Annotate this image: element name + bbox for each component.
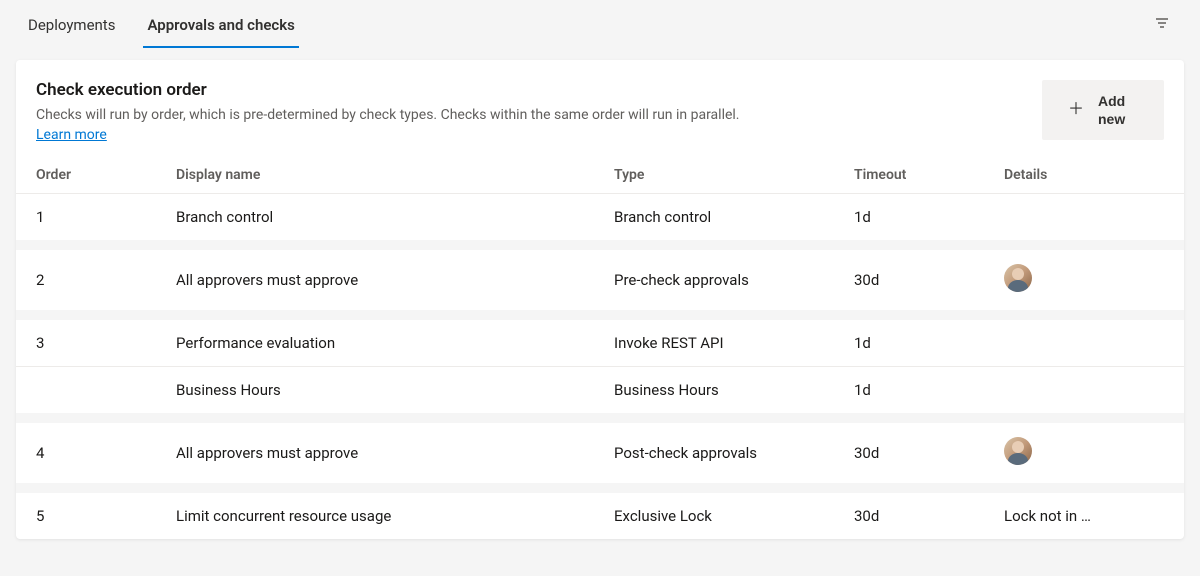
cell-type: Business Hours bbox=[614, 381, 854, 399]
checks-card: Check execution order Checks will run by… bbox=[16, 60, 1184, 539]
cell-order: 3 bbox=[36, 334, 176, 352]
col-header-type[interactable]: Type bbox=[614, 167, 854, 183]
table-row[interactable]: 3Performance evaluationInvoke REST API1d bbox=[16, 320, 1184, 366]
cell-display-name: Limit concurrent resource usage bbox=[176, 507, 614, 525]
plus-icon: ＋ bbox=[1068, 100, 1084, 121]
cell-details bbox=[1004, 437, 1164, 469]
cell-order: 1 bbox=[36, 208, 176, 226]
table-row[interactable]: 5Limit concurrent resource usageExclusiv… bbox=[16, 493, 1184, 539]
cell-details bbox=[1004, 264, 1164, 296]
cell-type: Branch control bbox=[614, 208, 854, 226]
avatar bbox=[1004, 264, 1032, 292]
cell-type: Invoke REST API bbox=[614, 334, 854, 352]
learn-more-link[interactable]: Learn more bbox=[36, 127, 107, 143]
table-header: Order Display name Type Timeout Details bbox=[16, 153, 1184, 193]
cell-details: Lock not in … bbox=[1004, 507, 1164, 525]
table-group: 4All approvers must approvePost-check ap… bbox=[16, 413, 1184, 483]
table-row[interactable]: Business HoursBusiness Hours1d bbox=[16, 366, 1184, 413]
card-description: Checks will run by order, which is pre-d… bbox=[36, 106, 1042, 145]
avatar bbox=[1004, 437, 1032, 465]
cell-timeout: 1d bbox=[854, 381, 1004, 399]
table-group: 2All approvers must approvePre-check app… bbox=[16, 240, 1184, 310]
card-header: Check execution order Checks will run by… bbox=[16, 60, 1184, 153]
cell-display-name: Branch control bbox=[176, 208, 614, 226]
cell-timeout: 30d bbox=[854, 271, 1004, 289]
cell-order: 4 bbox=[36, 444, 176, 462]
table-row[interactable]: 4All approvers must approvePost-check ap… bbox=[16, 423, 1184, 483]
filter-icon[interactable] bbox=[1148, 9, 1176, 41]
table-row[interactable]: 1Branch controlBranch control1d bbox=[16, 194, 1184, 240]
cell-display-name: Performance evaluation bbox=[176, 334, 614, 352]
add-new-label: Add new bbox=[1098, 92, 1138, 128]
col-header-display[interactable]: Display name bbox=[176, 167, 614, 183]
table-body: 1Branch controlBranch control1d2All appr… bbox=[16, 193, 1184, 539]
cell-type: Pre-check approvals bbox=[614, 271, 854, 289]
checks-table: Order Display name Type Timeout Details … bbox=[16, 153, 1184, 539]
cell-type: Post-check approvals bbox=[614, 444, 854, 462]
tab-bar: Deployments Approvals and checks bbox=[0, 0, 1200, 50]
cell-display-name: All approvers must approve bbox=[176, 444, 614, 462]
col-header-timeout[interactable]: Timeout bbox=[854, 167, 1004, 183]
cell-timeout: 30d bbox=[854, 444, 1004, 462]
add-new-button[interactable]: ＋ Add new bbox=[1042, 80, 1164, 140]
cell-display-name: Business Hours bbox=[176, 381, 614, 399]
cell-timeout: 1d bbox=[854, 334, 1004, 352]
table-group: 1Branch controlBranch control1d bbox=[16, 193, 1184, 240]
cell-type: Exclusive Lock bbox=[614, 507, 854, 525]
table-row[interactable]: 2All approvers must approvePre-check app… bbox=[16, 250, 1184, 310]
card-title: Check execution order bbox=[36, 80, 1042, 100]
table-group: 5Limit concurrent resource usageExclusiv… bbox=[16, 483, 1184, 539]
cell-timeout: 1d bbox=[854, 208, 1004, 226]
cell-display-name: All approvers must approve bbox=[176, 271, 614, 289]
col-header-order[interactable]: Order bbox=[36, 167, 176, 183]
cell-order: 5 bbox=[36, 507, 176, 525]
card-description-text: Checks will run by order, which is pre-d… bbox=[36, 107, 740, 123]
tab-approvals-and-checks[interactable]: Approvals and checks bbox=[143, 2, 298, 48]
tab-deployments[interactable]: Deployments bbox=[24, 2, 119, 48]
cell-timeout: 30d bbox=[854, 507, 1004, 525]
cell-order: 2 bbox=[36, 271, 176, 289]
col-header-details[interactable]: Details bbox=[1004, 167, 1164, 183]
table-group: 3Performance evaluationInvoke REST API1d… bbox=[16, 310, 1184, 413]
